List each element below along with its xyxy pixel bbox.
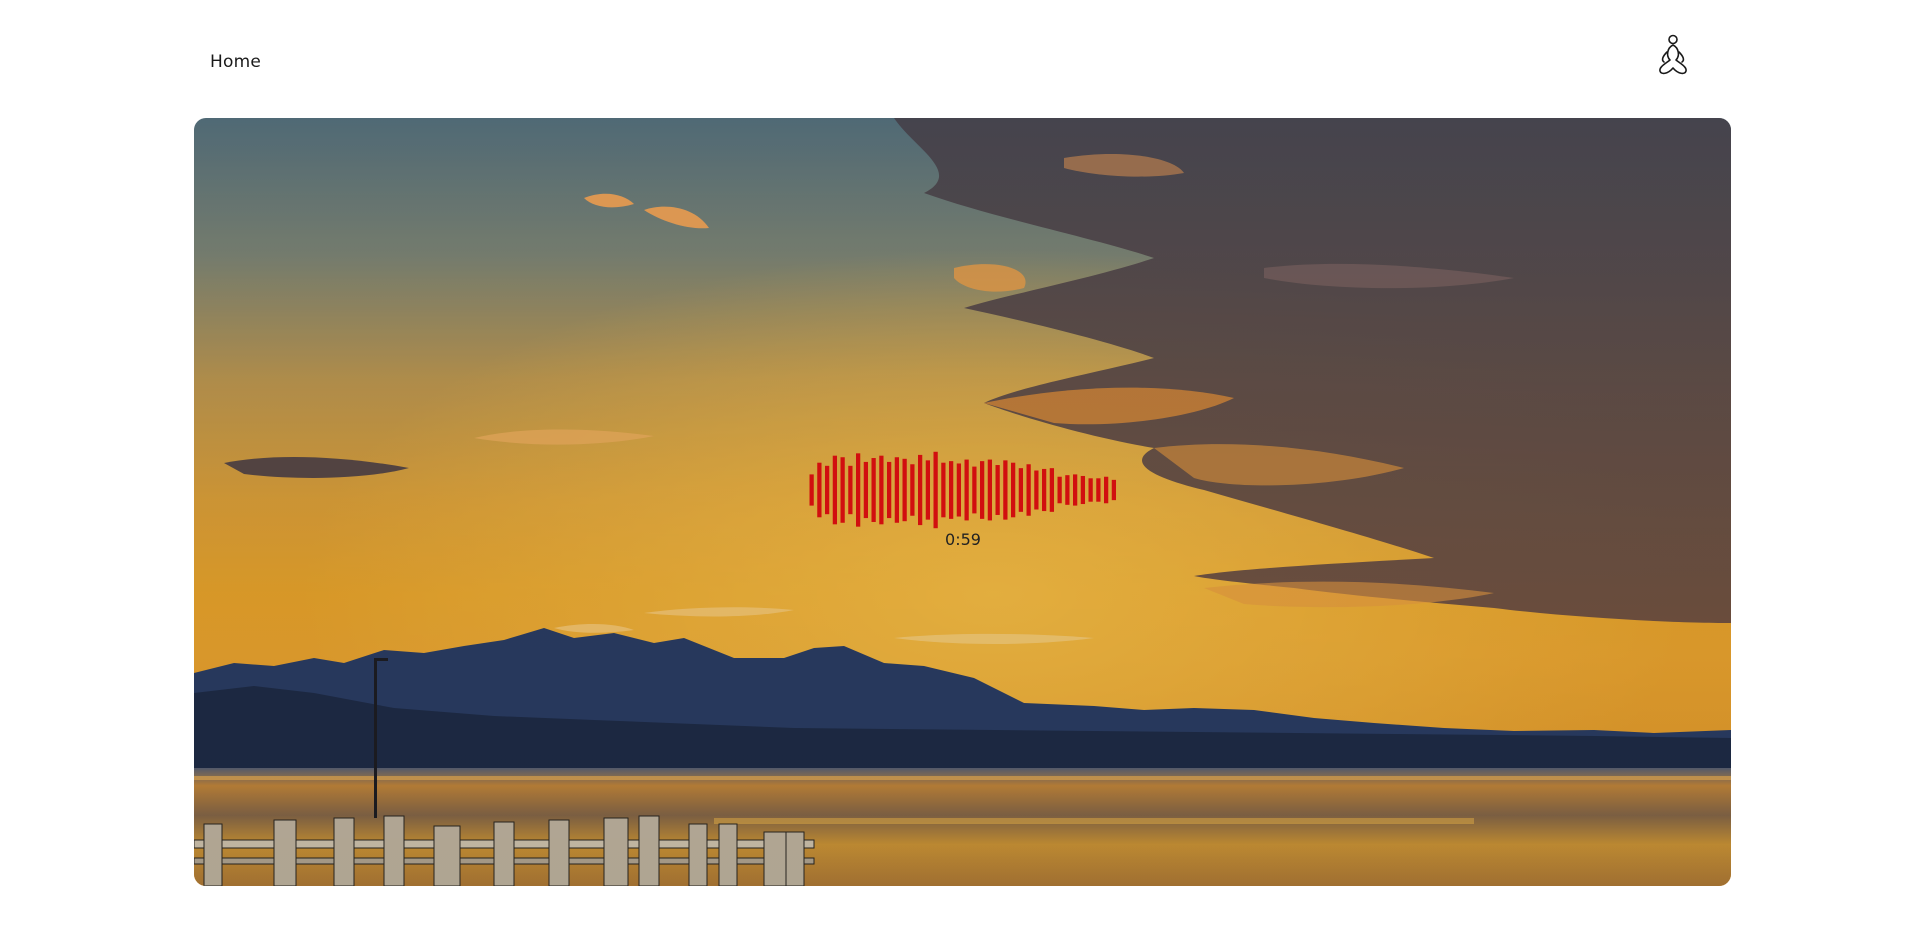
waveform-bar[interactable] [879, 455, 884, 525]
waveform-bar[interactable] [848, 465, 853, 515]
waveform-bar[interactable] [918, 454, 923, 526]
waveform-bar[interactable] [1104, 476, 1109, 504]
waveform-bar[interactable] [894, 457, 900, 523]
waveform-bar[interactable] [871, 458, 876, 522]
meditation-person-icon[interactable] [1654, 34, 1692, 76]
waveform-bar[interactable] [980, 461, 985, 519]
waveform-bar[interactable] [817, 462, 822, 518]
waveform-bar[interactable] [995, 465, 1000, 515]
waveform-bar[interactable] [825, 465, 830, 515]
waveform-bar[interactable] [840, 457, 845, 523]
waveform-bar[interactable] [972, 466, 977, 514]
waveform-bar[interactable] [1080, 475, 1086, 505]
waveform-bar[interactable] [987, 459, 993, 521]
waveform-bar[interactable] [1096, 478, 1101, 502]
waveform-bar[interactable] [949, 461, 954, 519]
waveform-bar[interactable] [925, 460, 931, 520]
waveform-bar[interactable] [956, 463, 962, 517]
waveform-bar[interactable] [1026, 464, 1031, 516]
waveform-bar[interactable] [1065, 475, 1070, 505]
waveform-bar[interactable] [809, 474, 814, 506]
waveform-bar[interactable] [887, 461, 892, 519]
waveform-bar[interactable] [832, 455, 838, 525]
waveform-bar[interactable] [1018, 468, 1024, 512]
waveform-bar[interactable] [1088, 478, 1093, 502]
waveform-bar[interactable] [1111, 479, 1117, 501]
audio-waveform[interactable] [808, 450, 1118, 530]
waveform-bar[interactable] [964, 459, 969, 521]
waveform-bar[interactable] [1049, 468, 1055, 512]
waveform-bar[interactable] [941, 462, 946, 518]
waveform-bar[interactable] [1034, 470, 1039, 510]
waveform-bar[interactable] [1042, 468, 1047, 512]
elapsed-time: 0:59 [945, 530, 981, 549]
waveform-bar[interactable] [863, 461, 869, 519]
waveform-bar[interactable] [910, 464, 915, 516]
waveform-bar[interactable] [1003, 460, 1008, 520]
waveform-bar[interactable] [856, 453, 861, 527]
hero-image: 0:59 [194, 118, 1731, 886]
waveform-bar[interactable] [1057, 476, 1062, 504]
waveform-bar[interactable] [933, 451, 938, 529]
waveform-bar[interactable] [1073, 474, 1078, 506]
home-link[interactable]: Home [210, 52, 261, 72]
waveform-bar[interactable] [902, 458, 907, 522]
audio-player: 0:59 [808, 450, 1118, 550]
waveform-bar[interactable] [1011, 462, 1016, 518]
top-bar: Home [0, 0, 1913, 118]
